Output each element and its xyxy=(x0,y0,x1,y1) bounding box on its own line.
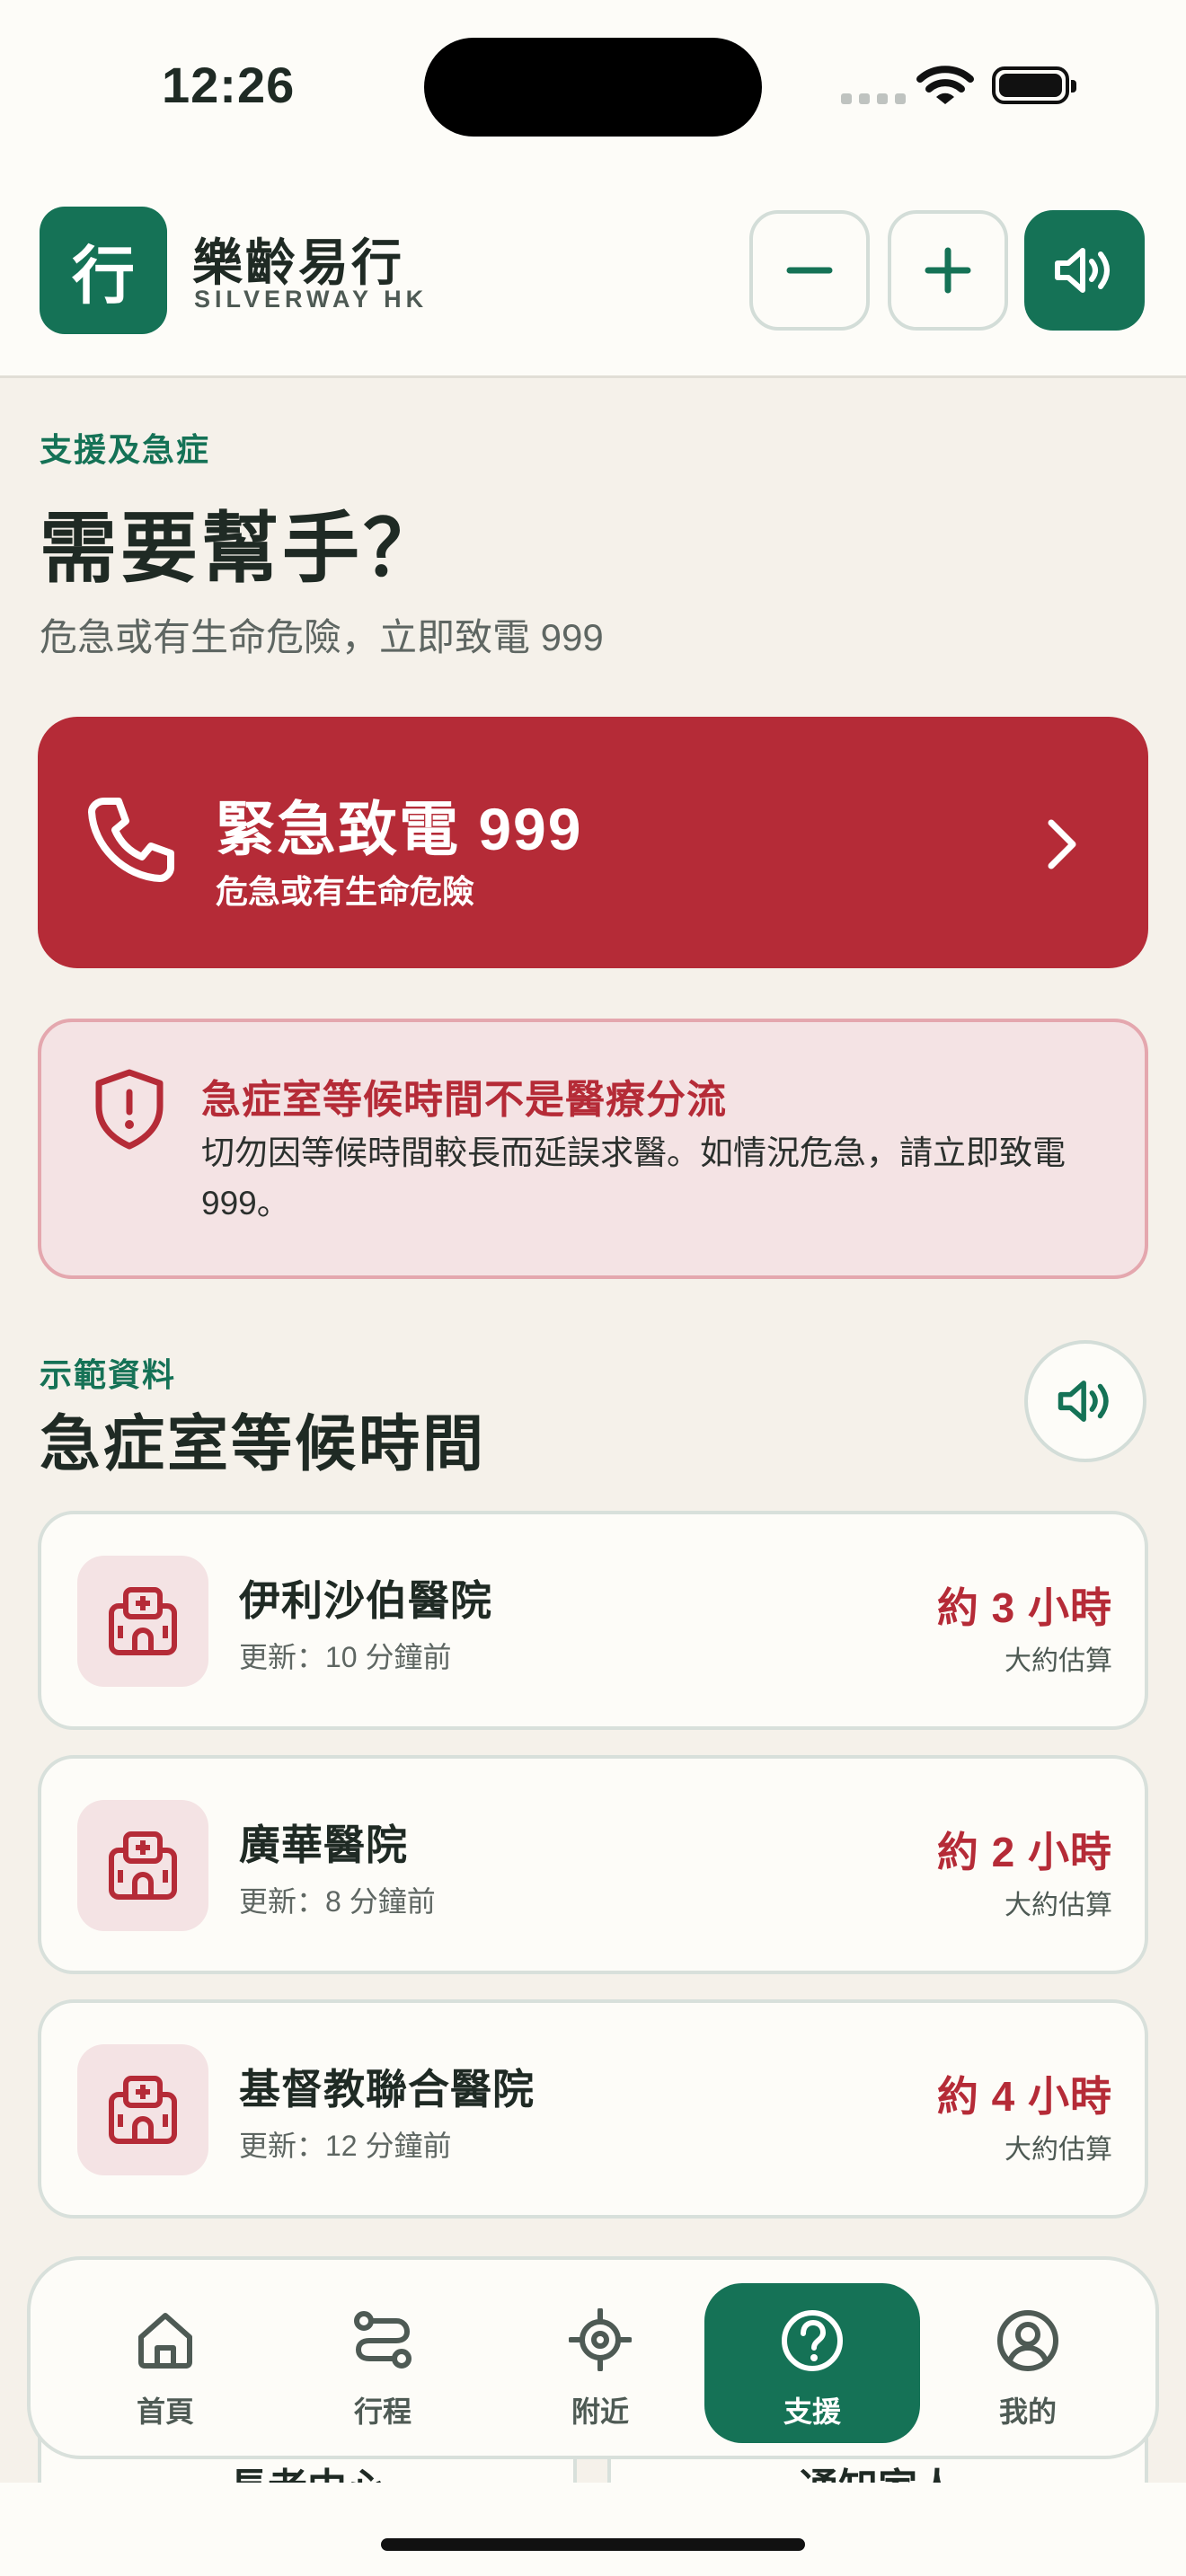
bottom-safe-area xyxy=(0,2483,1186,2576)
demo-data-label: 示範資料 xyxy=(40,1356,177,1393)
plus-icon xyxy=(925,247,971,294)
speaker-icon xyxy=(1058,1381,1109,1422)
emergency-call-title: 緊急致電 999 xyxy=(216,796,583,862)
hospital-wait-note: 大約估算 xyxy=(1005,1646,1112,1676)
hospital-updated: 更新：12 分鐘前 xyxy=(239,2130,452,2162)
tab-support[interactable]: 支援 xyxy=(704,2283,920,2443)
decrease-text-size-button[interactable] xyxy=(749,210,870,331)
wait-times-title: 急症室等候時間 xyxy=(40,1410,487,1478)
bottom-tab-bar: 首頁 行程 附近 支援 我的 xyxy=(27,2256,1159,2459)
emergency-call-description: 危急或有生命危險 xyxy=(216,873,475,910)
hospital-card[interactable]: 基督教聯合醫院 更新：12 分鐘前 約 4 小時 大約估算 xyxy=(38,1999,1148,2219)
home-indicator[interactable] xyxy=(381,2538,805,2551)
tab-trips[interactable]: 行程 xyxy=(275,2283,491,2443)
hospital-card[interactable]: 伊利沙伯醫院 更新：10 分鐘前 約 3 小時 大約估算 xyxy=(38,1511,1148,1730)
app-subtitle: SILVERWAY HK xyxy=(194,286,429,313)
hospital-wait-time: 約 4 小時 xyxy=(936,2073,1112,2120)
tab-me[interactable]: 我的 xyxy=(920,2283,1136,2443)
phone-icon xyxy=(88,798,174,882)
tab-label: 行程 xyxy=(353,2395,412,2428)
hospital-wait-note: 大約估算 xyxy=(1005,2135,1112,2165)
locate-icon xyxy=(569,2308,632,2371)
hospital-icon xyxy=(77,1556,208,1687)
tab-label: 首頁 xyxy=(136,2395,194,2428)
read-aloud-button[interactable] xyxy=(1024,210,1145,331)
tab-label: 支援 xyxy=(783,2395,841,2428)
hospital-icon xyxy=(77,1800,208,1931)
route-icon xyxy=(354,2311,412,2369)
help-icon xyxy=(782,2310,843,2371)
page-title: 需要幫手？ xyxy=(40,506,444,592)
hospital-updated: 更新：8 分鐘前 xyxy=(239,1885,436,1918)
minus-icon xyxy=(786,267,833,274)
tab-label: 附近 xyxy=(571,2395,629,2428)
emergency-call-button[interactable]: 緊急致電 999 危急或有生命危險 xyxy=(38,717,1148,968)
tab-label: 我的 xyxy=(998,2395,1057,2428)
hospital-wait-time: 約 2 小時 xyxy=(936,1829,1112,1875)
hospital-card[interactable]: 廣華醫院 更新：8 分鐘前 約 2 小時 大約估算 xyxy=(38,1755,1148,1974)
section-eyebrow: 支援及急症 xyxy=(40,431,211,468)
home-icon xyxy=(138,2313,192,2369)
warning-body: 切勿因等候時間較長而延誤求醫。如情況危急，請立即致電 999。 xyxy=(201,1134,1066,1222)
hospital-name: 廣華醫院 xyxy=(239,1822,408,1868)
battery-icon xyxy=(992,66,1076,104)
hospital-updated: 更新：10 分鐘前 xyxy=(239,1641,452,1673)
warning-title: 急症室等候時間不是醫療分流 xyxy=(201,1078,727,1122)
status-bar: 12:26 xyxy=(0,0,1186,180)
status-time: 12:26 xyxy=(162,57,296,113)
triage-warning: 急症室等候時間不是醫療分流 切勿因等候時間較長而延誤求醫。如情況危急，請立即致電… xyxy=(38,1019,1148,1279)
shield-alert-icon xyxy=(95,1069,164,1150)
user-icon xyxy=(997,2310,1058,2371)
hospital-name: 伊利沙伯醫院 xyxy=(239,1577,492,1624)
hospital-name: 基督教聯合醫院 xyxy=(239,2066,535,2113)
hospital-icon xyxy=(77,2044,208,2175)
wifi-icon xyxy=(916,66,974,104)
app-name: 樂齡易行 xyxy=(192,234,404,291)
app-logo: 行 xyxy=(40,207,167,334)
read-aloud-wait-times-button[interactable] xyxy=(1024,1340,1146,1462)
increase-text-size-button[interactable] xyxy=(888,210,1008,331)
tab-nearby[interactable]: 附近 xyxy=(492,2283,708,2443)
app-header: 行 樂齡易行 SILVERWAY HK xyxy=(0,180,1186,378)
chevron-right-icon xyxy=(1048,819,1076,869)
tab-home[interactable]: 首頁 xyxy=(58,2283,273,2443)
hospital-wait-time: 約 3 小時 xyxy=(936,1584,1112,1631)
speaker-icon xyxy=(1055,248,1110,293)
page-subtitle: 危急或有生命危險，立即致電 999 xyxy=(40,616,604,658)
hospital-wait-note: 大約估算 xyxy=(1005,1891,1112,1920)
dynamic-island xyxy=(424,38,762,137)
